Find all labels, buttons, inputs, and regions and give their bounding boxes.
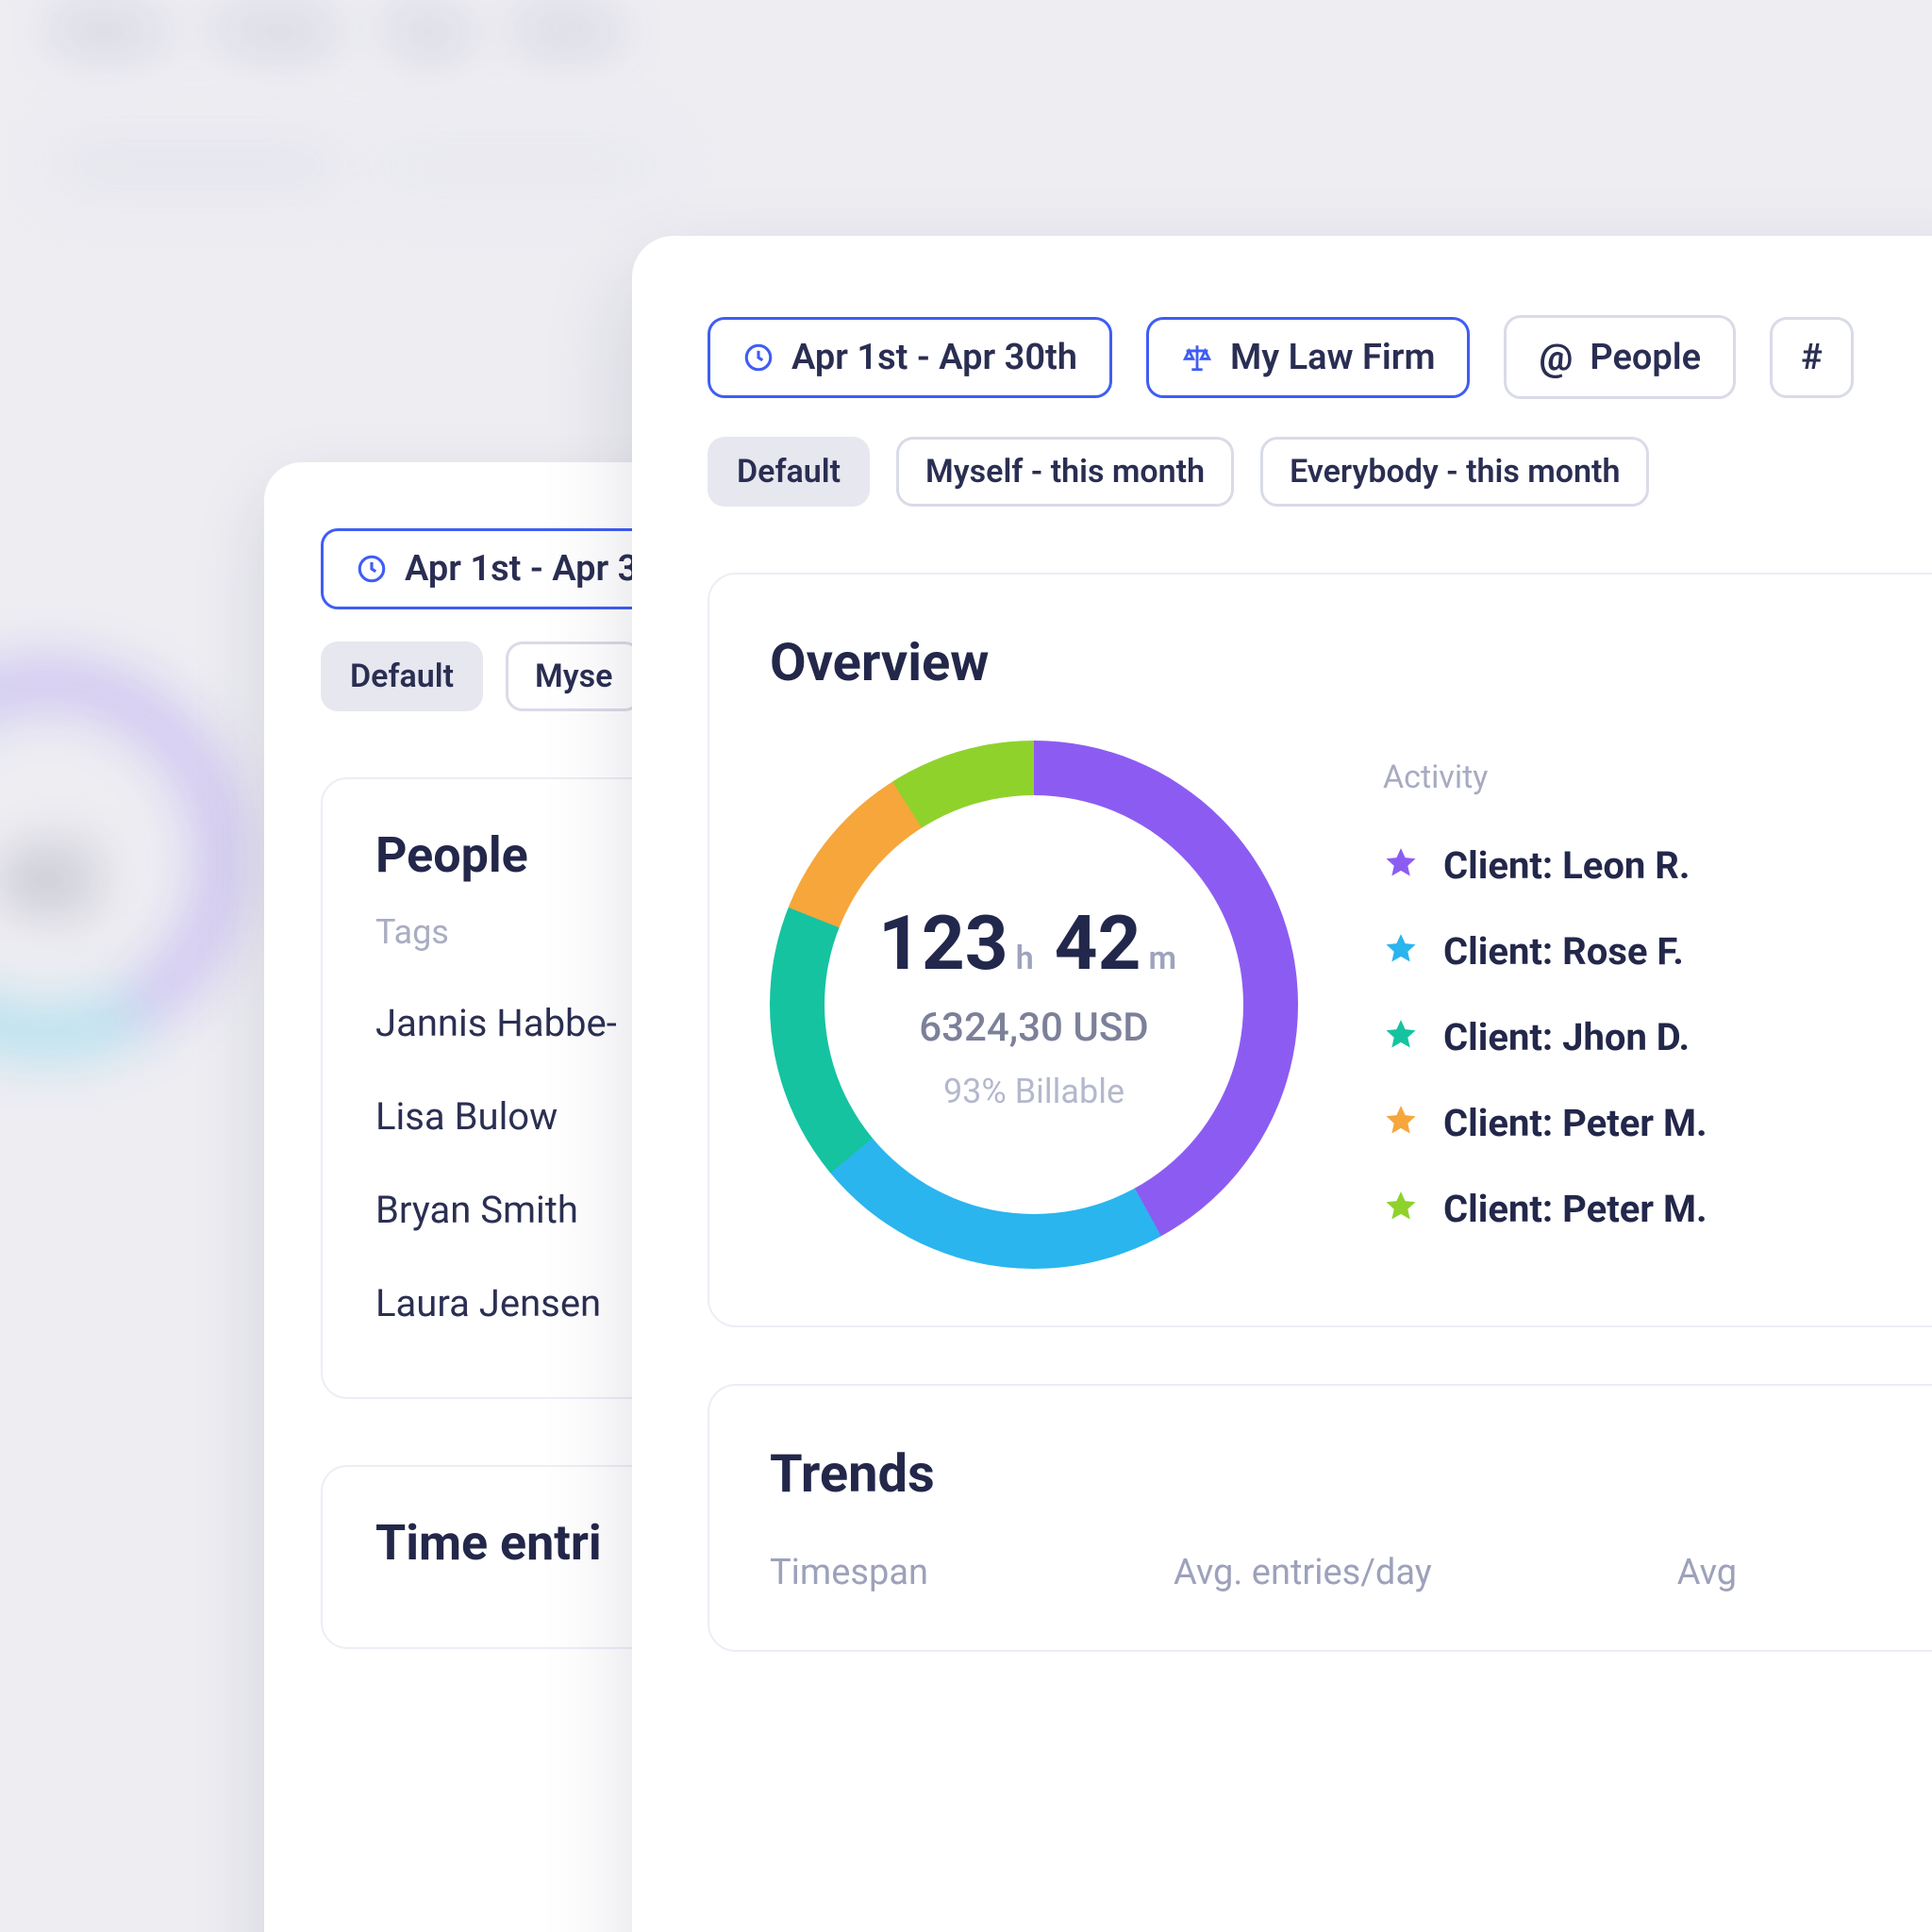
scales-icon [1181, 341, 1213, 374]
clock-icon [356, 553, 388, 585]
firm-filter[interactable]: My Law Firm [1146, 317, 1470, 398]
at-icon: @ [1539, 335, 1573, 379]
chip-default-secondary[interactable]: Default [321, 641, 483, 711]
filter-row: Apr 1st - Apr 30th My Law Firm @ People … [708, 315, 1932, 399]
legend-item[interactable]: Client: Peter M. [1383, 1166, 1909, 1252]
star-icon [1383, 1017, 1419, 1057]
chip-everybody[interactable]: Everybody - this month [1260, 437, 1649, 507]
star-icon [1383, 1189, 1419, 1228]
legend-label: Client: Peter M. [1443, 1101, 1707, 1145]
people-filter-label: People [1590, 337, 1701, 378]
star-icon [1383, 845, 1419, 885]
tags-filter[interactable]: # [1770, 317, 1854, 398]
chip-myself[interactable]: Myself - this month [896, 437, 1234, 507]
overview-card: Overview 123 h 42 m 6324,30 USD 93% Bill… [708, 573, 1932, 1327]
star-icon [1383, 1103, 1419, 1142]
legend-item[interactable]: Client: Peter M. [1383, 1080, 1909, 1166]
activity-legend: Activity Client: Leon R. Client: Rose F. C… [1383, 758, 1909, 1252]
total-time: 123 h 42 m [878, 899, 1190, 988]
legend-item[interactable]: Client: Jhon D. [1383, 994, 1909, 1080]
metric-avg-entries: Avg. entries/day [1174, 1552, 1432, 1593]
firm-filter-label: My Law Firm [1230, 337, 1435, 378]
metric-avg-partial: Avg [1677, 1552, 1737, 1593]
legend-label: Client: Peter M. [1443, 1187, 1707, 1231]
legend-title: Activity [1383, 758, 1909, 796]
hash-icon: # [1801, 337, 1823, 378]
chip-myself-secondary[interactable]: Myse [506, 641, 641, 711]
legend-label: Client: Jhon D. [1443, 1015, 1690, 1059]
chip-row: Default Myself - this month Everybody - … [708, 437, 1932, 507]
chip-default[interactable]: Default [708, 437, 870, 507]
people-filter[interactable]: @ People [1504, 315, 1736, 399]
overview-title: Overview [770, 631, 1909, 693]
date-filter-label: Apr 1st - Apr 30th [791, 337, 1077, 378]
main-panel: Apr 1st - Apr 30th My Law Firm @ People … [632, 236, 1932, 1932]
legend-item[interactable]: Client: Leon R. [1383, 823, 1909, 908]
legend-label: Client: Leon R. [1443, 843, 1690, 888]
legend-item[interactable]: Client: Rose F. [1383, 908, 1909, 994]
date-filter[interactable]: Apr 1st - Apr 30th [708, 317, 1112, 398]
clock-icon [742, 341, 774, 374]
metric-timespan: Timespan [770, 1552, 928, 1593]
trends-title: Trends [770, 1442, 1909, 1505]
total-amount: 6324,30 USD [919, 1005, 1148, 1051]
star-icon [1383, 931, 1419, 971]
activity-donut-chart: 123 h 42 m 6324,30 USD 93% Billable [770, 741, 1298, 1269]
trends-card: Trends Timespan Avg. entries/day Avg [708, 1384, 1932, 1652]
legend-label: Client: Rose F. [1443, 929, 1684, 974]
billable-pct: 93% Billable [943, 1072, 1124, 1111]
